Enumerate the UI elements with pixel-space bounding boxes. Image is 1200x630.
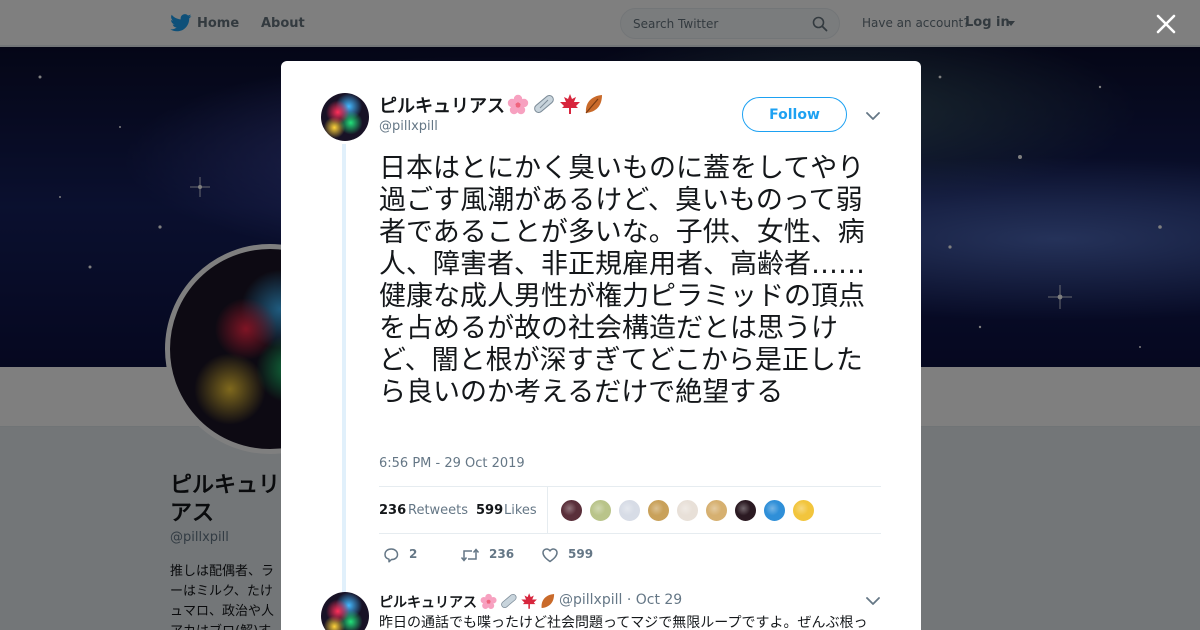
reply-name-emoji-icons [480, 593, 555, 609]
tweet-text: 日本はとにかく臭いものに蓋をしてやり過ごす風潮があるけど、臭いものって弱者である… [379, 153, 865, 408]
fallen-leaf-icon [585, 95, 602, 114]
close-icon[interactable] [1155, 13, 1177, 35]
liker-avatar[interactable] [734, 499, 757, 522]
liker-avatar[interactable] [705, 499, 728, 522]
liker-avatar[interactable] [792, 499, 815, 522]
cherry-blossom-icon [507, 94, 529, 115]
tweet-timestamp[interactable]: 6:56 PM - 29 Oct 2019 [379, 456, 525, 471]
tweet-stats: 236 Retweets 599 Likes [379, 486, 881, 534]
stats-divider [547, 487, 548, 533]
retweets-count[interactable]: 236 [379, 503, 406, 518]
maple-leaf-icon [521, 593, 537, 609]
reply-icon[interactable] [382, 546, 400, 564]
reply-count[interactable]: 2 [409, 547, 417, 561]
like-count[interactable]: 599 [568, 547, 593, 561]
tweet-actions: 2 236 599 [379, 541, 879, 571]
thread-connector-line [342, 144, 346, 592]
fallen-leaf-icon [541, 593, 555, 609]
chevron-down-icon[interactable] [866, 111, 880, 121]
retweet-icon[interactable] [460, 546, 480, 564]
reply-text: 昨日の通話でも喋ったけど社会問題ってマジで無限ループですよ。ぜんぶ根っ [379, 615, 868, 630]
liker-avatar[interactable] [589, 499, 612, 522]
reply-handle-date[interactable]: @pillxpill · Oct 29 [559, 592, 682, 608]
author-name[interactable]: ピルキュリアス [379, 92, 505, 118]
pill-icon [534, 95, 554, 113]
liker-avatar[interactable] [676, 499, 699, 522]
tweet-modal: ピルキュリアス @pillxpill Follow 日本はとにかく臭いものに蓋を… [281, 61, 921, 630]
liker-avatar[interactable] [647, 499, 670, 522]
liker-avatar[interactable] [618, 499, 641, 522]
reply-author-avatar[interactable] [321, 592, 369, 630]
maple-leaf-icon [560, 94, 580, 114]
likes-count[interactable]: 599 [476, 503, 503, 518]
liker-avatar[interactable] [763, 499, 786, 522]
author-avatar[interactable] [321, 93, 369, 141]
retweets-label[interactable]: Retweets [408, 503, 468, 518]
author-handle[interactable]: @pillxpill [379, 119, 438, 134]
like-heart-icon[interactable] [541, 546, 559, 564]
retweet-count[interactable]: 236 [489, 547, 514, 561]
follow-button[interactable]: Follow [742, 97, 847, 132]
pill-icon [501, 593, 517, 609]
cherry-blossom-icon [480, 593, 497, 609]
reply-author-name[interactable]: ピルキュリアス [379, 592, 477, 612]
name-emoji-icons [507, 94, 602, 115]
reply-chevron-down-icon[interactable] [866, 596, 880, 606]
liker-avatar[interactable] [560, 499, 583, 522]
likes-label[interactable]: Likes [504, 503, 537, 518]
